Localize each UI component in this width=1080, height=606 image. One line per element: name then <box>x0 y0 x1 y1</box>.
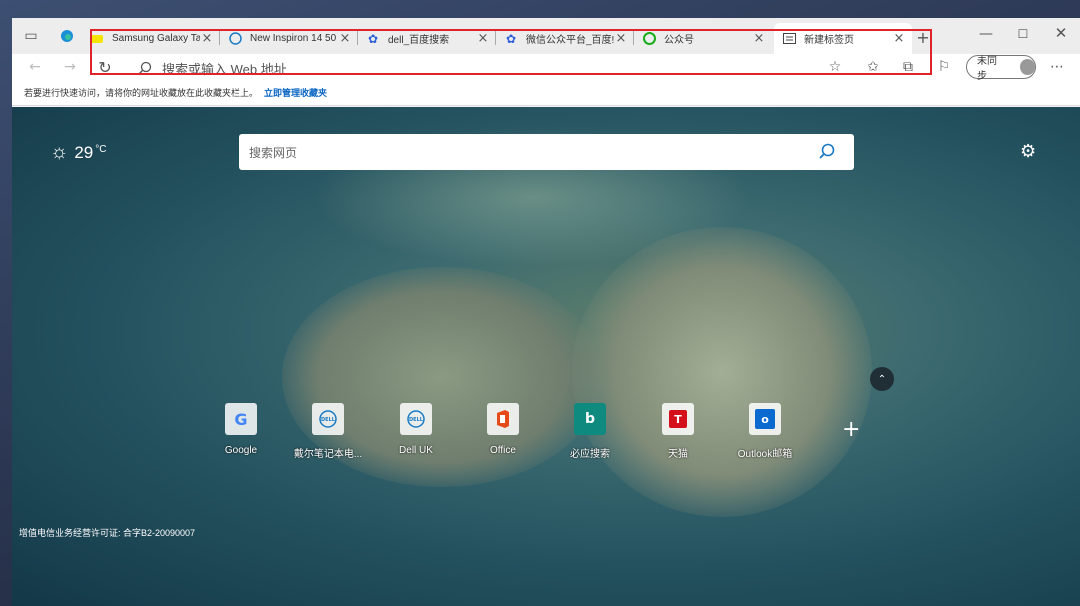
favorites-bar: 若要进行快速访问，请将你的网址收藏放在此收藏夹栏上。 立即管理收藏夹 <box>12 80 1080 106</box>
quick-link-label: Google <box>224 445 258 456</box>
dell-icon: DELL <box>312 403 344 435</box>
more-icon[interactable]: ⋯ <box>1046 57 1068 77</box>
manage-favorites-link[interactable]: 立即管理收藏夹 <box>264 86 327 99</box>
maximize-icon[interactable]: ☐ <box>1012 24 1034 44</box>
license-text: 增值电信业务经营许可证: 合字B2-20090007 <box>19 528 196 538</box>
tab-actions-icon[interactable]: ▭ <box>20 26 42 46</box>
feedback-icon[interactable]: ⚐ <box>933 57 955 77</box>
tmall-icon: T <box>662 403 694 435</box>
minimize-icon[interactable]: — <box>975 24 997 44</box>
quick-link-tmall[interactable]: T 天猫 <box>643 403 713 460</box>
background-image <box>572 227 872 517</box>
quick-link-label: 必应搜索 <box>570 449 610 460</box>
quick-link-outlook[interactable]: o Outlook邮箱 <box>730 403 800 460</box>
tab-highlight-box <box>90 29 932 75</box>
quick-link-google[interactable]: G Google <box>206 403 276 456</box>
avatar-icon <box>1019 59 1035 75</box>
quick-link-label: 戴尔笔记本电... <box>293 449 363 460</box>
weather-widget[interactable]: ☼ 29 °C <box>50 141 107 164</box>
quick-link-label: Dell UK <box>399 445 433 456</box>
office-icon <box>487 403 519 435</box>
quick-link-dell-cn[interactable]: DELL 戴尔笔记本电... <box>293 403 363 460</box>
web-search-input[interactable]: 搜索网页 <box>239 134 854 170</box>
quick-link-office[interactable]: Office <box>468 403 538 456</box>
quick-link-bing[interactable]: b 必应搜索 <box>555 403 625 460</box>
sync-profile-button[interactable]: 未同步 <box>966 55 1036 82</box>
temperature-unit: °C <box>95 144 107 155</box>
new-tab-page: ☼ 29 °C 搜索网页 ⚙ G Google DELL 戴尔笔记本电... D… <box>12 107 1080 606</box>
back-icon[interactable]: ← <box>24 57 46 77</box>
quick-link-label: Office <box>490 445 516 456</box>
add-quick-link-icon[interactable]: + <box>842 417 860 442</box>
browser-window: ▭ Samsung Galaxy Tal × New Inspiron 14 5… <box>12 18 1080 606</box>
sync-label: 未同步 <box>977 56 997 82</box>
search-icon[interactable] <box>818 143 836 161</box>
outlook-icon: o <box>749 403 781 435</box>
settings-gear-icon[interactable]: ⚙ <box>1020 141 1036 162</box>
bing-icon: b <box>574 403 606 435</box>
svg-text:DELL: DELL <box>321 417 336 423</box>
quick-link-label: Outlook邮箱 <box>737 449 793 460</box>
google-icon: G <box>225 403 257 435</box>
dell-icon: DELL <box>400 403 432 435</box>
quick-link-label: 天猫 <box>668 449 688 460</box>
sun-icon: ☼ <box>50 141 69 163</box>
window-close-icon[interactable]: ✕ <box>1050 23 1072 43</box>
search-placeholder: 搜索网页 <box>249 145 298 160</box>
quick-link-dell-uk[interactable]: DELL Dell UK <box>381 403 451 456</box>
temperature: 29 <box>74 142 94 162</box>
scroll-up-chevron-icon[interactable]: ⌃ <box>870 367 894 391</box>
forward-icon[interactable]: → <box>59 57 81 77</box>
favorites-hint: 若要进行快速访问，请将你的网址收藏放在此收藏夹栏上。 <box>24 88 259 98</box>
svg-text:DELL: DELL <box>409 417 424 423</box>
edge-logo-icon[interactable] <box>56 26 78 46</box>
